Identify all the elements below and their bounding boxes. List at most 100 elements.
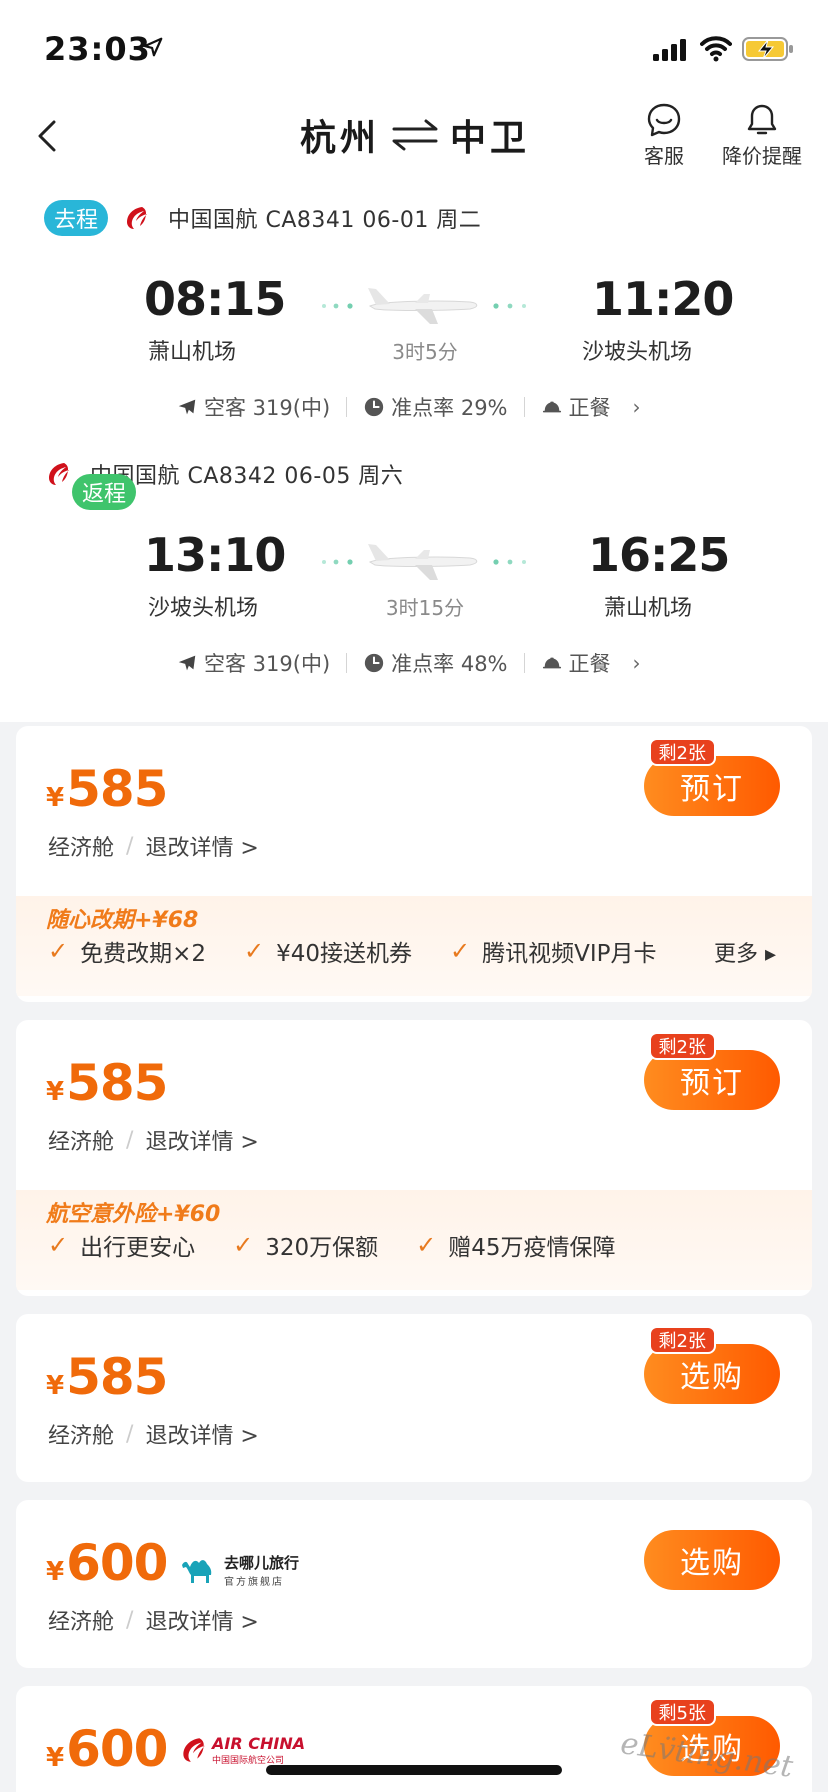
nav-header: 杭州 中卫 客服 降价提醒	[0, 96, 828, 176]
select-button[interactable]: 选购	[644, 1530, 780, 1590]
more-benefits-link[interactable]: 更多 ▸	[714, 936, 776, 968]
return-departure-time: 13:10	[144, 528, 286, 582]
customer-service-button[interactable]: 客服	[644, 102, 684, 169]
cabin-info: 经济舱 / 退改详情 >	[48, 830, 259, 862]
plane-small-icon	[178, 655, 196, 671]
return-tag: 返程	[72, 474, 136, 510]
addon-bundle[interactable]: 随心改期+¥68 ✓ 免费改期×2 ✓ ¥40接送机券 ✓ 腾讯视频VIP月卡 更多 …	[16, 896, 812, 996]
check-icon: ✓	[233, 1231, 254, 1259]
return-details[interactable]: 空客 319(中) 准点率 48% 正餐 ›	[176, 646, 641, 680]
chat-smile-icon	[647, 103, 681, 137]
outbound-segment[interactable]: 去程 中国国航 CA8341 06-01 周二 08:15 萧山机场 3时5分 …	[0, 200, 828, 456]
back-arrow-icon[interactable]	[28, 114, 68, 158]
bell-icon	[747, 104, 777, 135]
refund-rules-link[interactable]: 退改详情 >	[145, 1418, 258, 1450]
divider	[346, 653, 348, 673]
clock-icon	[364, 653, 384, 673]
meal-cloche-icon	[542, 401, 561, 413]
divider	[523, 653, 525, 673]
offer-price: ¥600	[46, 1720, 168, 1778]
price-alert-label: 降价提醒	[722, 144, 802, 168]
seller-name: 去哪儿旅行	[224, 1554, 300, 1572]
outbound-aircraft: 空客 319(中)	[204, 396, 331, 420]
home-indicator[interactable]	[266, 1765, 562, 1775]
return-segment[interactable]: 返程 中国国航 CA8342 06-05 周六 13:10 沙坡头机场 3时15…	[0, 456, 828, 712]
seller-name: AIR CHINA	[212, 1734, 306, 1753]
check-icon: ✓	[450, 937, 471, 965]
signal-icon	[653, 39, 686, 61]
meal-cloche-icon	[542, 657, 561, 669]
seller-logo-air-china: AIR CHINA 中国国际航空公司	[178, 1734, 305, 1766]
seats-left-badge: 剩5张	[648, 1698, 716, 1726]
outbound-arrival-airport: 沙坡头机场	[582, 340, 693, 365]
offer-price: ¥600	[46, 1534, 168, 1592]
offer-card[interactable]: ¥585 经济舱 / 退改详情 > 剩2张 选购	[16, 1314, 812, 1482]
air-china-logo	[183, 1738, 205, 1762]
outbound-details[interactable]: 空客 319(中) 准点率 29% 正餐 ›	[176, 390, 641, 424]
refund-rules-link[interactable]: 退改详情 >	[145, 830, 258, 862]
offer-card[interactable]: ¥585 经济舱 / 退改详情 > 剩2张 预订 随心改期+¥68 ✓ 免费改期×2 …	[16, 726, 812, 1002]
seats-left-badge: 剩2张	[648, 1326, 716, 1354]
air-china-phoenix-icon	[49, 463, 69, 485]
outbound-duration: 3时5分	[392, 340, 458, 364]
offer-price: ¥585	[46, 760, 168, 818]
seller-logo-qunar: 去哪儿旅行官方旗舰店	[178, 1552, 299, 1588]
offer-price: ¥585	[46, 1348, 168, 1406]
addon-title: 航空意外险+¥60	[46, 1202, 221, 1227]
return-meal: 正餐	[568, 652, 611, 676]
cabin-info: 经济舱 / 退改详情 >	[48, 1124, 259, 1156]
offer-price: ¥585	[46, 1054, 168, 1112]
cabin-class: 经济舱	[48, 836, 115, 861]
outbound-meal: 正餐	[568, 396, 611, 420]
price-alert-button[interactable]: 降价提醒	[722, 102, 802, 169]
airplane-icon	[322, 288, 526, 324]
refund-rules-link[interactable]: 退改详情 >	[145, 1124, 258, 1156]
destination-city: 中卫	[449, 118, 530, 159]
outbound-details-chevron: ›	[632, 395, 641, 419]
divider	[523, 397, 525, 417]
check-icon: ✓	[244, 937, 265, 965]
addon-bundle[interactable]: 航空意外险+¥60 ✓ 出行更安心 ✓ 320万保额 ✓ 赠45万疫情保障	[16, 1190, 812, 1290]
outbound-departure-airport: 萧山机场	[148, 340, 237, 365]
check-icon: ✓	[48, 937, 69, 965]
return-header: 返程 中国国航 CA8342 06-05 周六	[44, 456, 404, 510]
addon-items: ✓ 出行更安心 ✓ 320万保额 ✓ 赠45万疫情保障	[48, 1231, 616, 1261]
cabin-info: 经济舱 / 退改详情 >	[48, 1604, 259, 1636]
return-details-chevron: ›	[632, 651, 641, 675]
offer-card[interactable]: ¥600 去哪儿旅行官方旗舰店 经济舱 / 退改详情 > 选购	[16, 1500, 812, 1668]
outbound-header: 去程 中国国航 CA8341 06-01 周二	[44, 200, 481, 236]
cabin-class: 经济舱	[48, 1610, 115, 1635]
divider	[346, 397, 348, 417]
seller-subtitle: 官方旗舰店	[224, 1577, 284, 1588]
refund-rules-link[interactable]: 退改详情 >	[145, 1604, 258, 1636]
camel-icon	[182, 1560, 212, 1583]
airplane-icon	[322, 544, 526, 580]
return-on-time-rate: 准点率 48%	[391, 652, 508, 676]
cabin-class: 经济舱	[48, 1424, 115, 1449]
addon-items: ✓ 免费改期×2 ✓ ¥40接送机券 ✓ 腾讯视频VIP月卡	[48, 937, 657, 967]
return-arrival-time: 16:25	[588, 528, 730, 582]
origin-city: 杭州	[300, 118, 381, 159]
location-arrow-icon	[143, 37, 163, 57]
cabin-class: 经济舱	[48, 1130, 115, 1155]
clock-icon	[364, 397, 384, 417]
check-icon: ✓	[416, 1231, 437, 1259]
swap-arrows-icon	[392, 119, 438, 151]
wifi-icon	[700, 36, 732, 62]
outbound-flight-info: 中国国航 CA8341 06-01 周二	[168, 208, 482, 233]
seats-left-badge: 剩2张	[648, 1032, 716, 1060]
route-title: 杭州 中卫	[300, 110, 530, 160]
return-aircraft: 空客 319(中)	[204, 652, 331, 676]
flight-path-graphic	[320, 276, 530, 336]
outbound-departure-time: 08:15	[144, 272, 286, 326]
flight-path-graphic	[320, 532, 530, 592]
return-flight-info: 中国国航 CA8342 06-05 周六	[90, 464, 404, 489]
offer-card[interactable]: ¥585 经济舱 / 退改详情 > 剩2张 预订 航空意外险+¥60 ✓ 出行更安心 …	[16, 1020, 812, 1296]
return-arrival-airport: 萧山机场	[604, 596, 693, 621]
return-duration: 3时15分	[385, 596, 465, 620]
outbound-arrival-time: 11:20	[592, 272, 734, 326]
seats-left-badge: 剩2张	[648, 738, 716, 766]
return-departure-airport: 沙坡头机场	[148, 596, 259, 621]
battery-charging-icon	[742, 37, 793, 61]
air-china-phoenix-icon	[127, 207, 147, 229]
